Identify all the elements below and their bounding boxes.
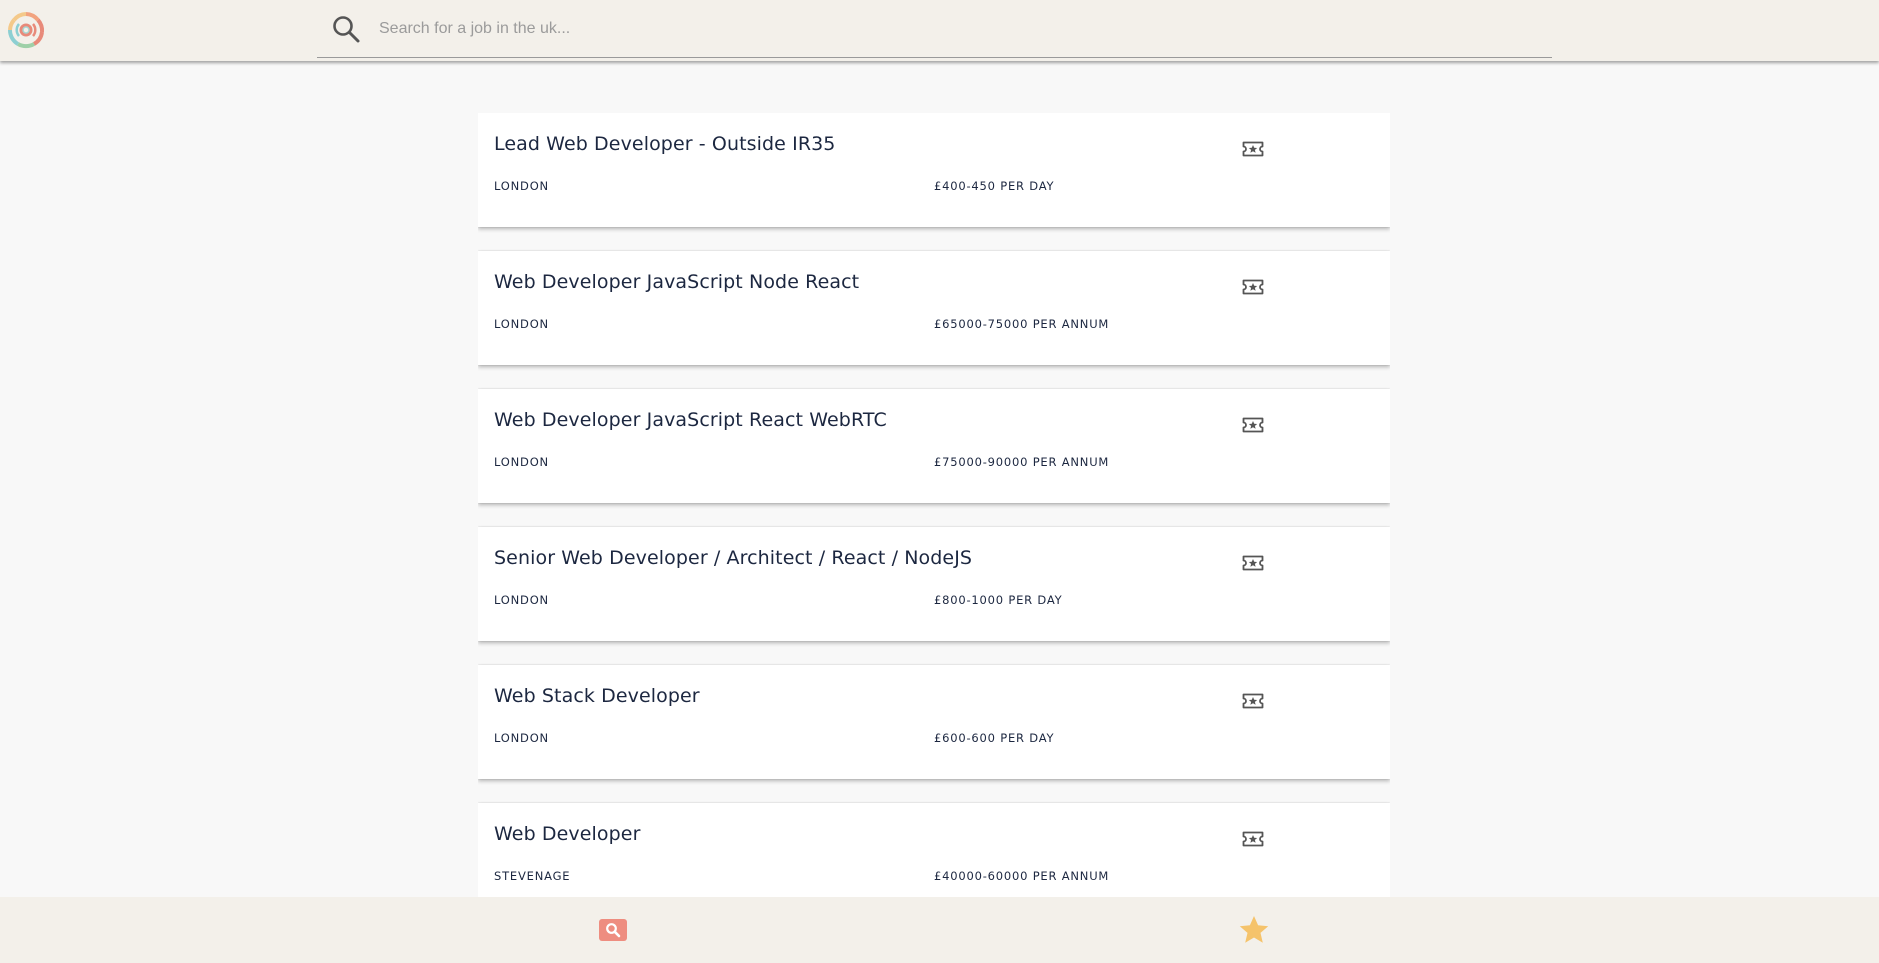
job-title[interactable]: Lead Web Developer - Outside IR35 bbox=[494, 133, 836, 155]
job-title[interactable]: Senior Web Developer / Architect / React… bbox=[494, 547, 972, 569]
job-location: LONDON bbox=[494, 317, 549, 331]
job-list: Lead Web Developer - Outside IR35 LONDON… bbox=[478, 113, 1390, 898]
job-salary: £600-600 PER DAY bbox=[934, 731, 1055, 745]
job-title[interactable]: Web Developer JavaScript Node React bbox=[494, 271, 859, 293]
job-card[interactable]: Senior Web Developer / Architect / React… bbox=[478, 527, 1390, 641]
job-salary: £800-1000 PER DAY bbox=[934, 593, 1063, 607]
search-icon[interactable] bbox=[331, 14, 361, 44]
save-job-icon[interactable] bbox=[1242, 416, 1264, 434]
job-card[interactable]: Web Developer STEVENAGE £40000-60000 PER… bbox=[478, 803, 1390, 898]
job-location: STEVENAGE bbox=[494, 869, 571, 883]
save-job-icon[interactable] bbox=[1242, 692, 1264, 710]
search-bar[interactable] bbox=[317, 0, 1552, 58]
job-location: LONDON bbox=[494, 731, 549, 745]
job-salary: £400-450 PER DAY bbox=[934, 179, 1055, 193]
save-job-icon[interactable] bbox=[1242, 830, 1264, 848]
job-location: LONDON bbox=[494, 455, 549, 469]
job-salary: £75000-90000 PER ANNUM bbox=[934, 455, 1110, 469]
job-card[interactable]: Lead Web Developer - Outside IR35 LONDON… bbox=[478, 113, 1390, 227]
nav-favorites-star-icon[interactable] bbox=[1238, 914, 1270, 946]
job-salary: £40000-60000 PER ANNUM bbox=[934, 869, 1110, 883]
search-input[interactable] bbox=[379, 12, 1529, 46]
job-card[interactable]: Web Stack Developer LONDON £600-600 PER … bbox=[478, 665, 1390, 779]
job-card[interactable]: Web Developer JavaScript React WebRTC LO… bbox=[478, 389, 1390, 503]
job-salary: £65000-75000 PER ANNUM bbox=[934, 317, 1110, 331]
job-card[interactable]: Web Developer JavaScript Node React LOND… bbox=[478, 251, 1390, 365]
bottom-navigation bbox=[0, 897, 1879, 963]
job-location: LONDON bbox=[494, 179, 549, 193]
nav-search-tab[interactable] bbox=[599, 919, 627, 941]
save-job-icon[interactable] bbox=[1242, 278, 1264, 296]
save-job-icon[interactable] bbox=[1242, 140, 1264, 158]
search-icon bbox=[606, 923, 621, 938]
job-title[interactable]: Web Developer bbox=[494, 823, 640, 845]
save-job-icon[interactable] bbox=[1242, 554, 1264, 572]
job-location: LONDON bbox=[494, 593, 549, 607]
job-title[interactable]: Web Stack Developer bbox=[494, 685, 700, 707]
job-title[interactable]: Web Developer JavaScript React WebRTC bbox=[494, 409, 887, 431]
logo-icon[interactable] bbox=[4, 8, 48, 52]
top-header bbox=[0, 0, 1879, 61]
